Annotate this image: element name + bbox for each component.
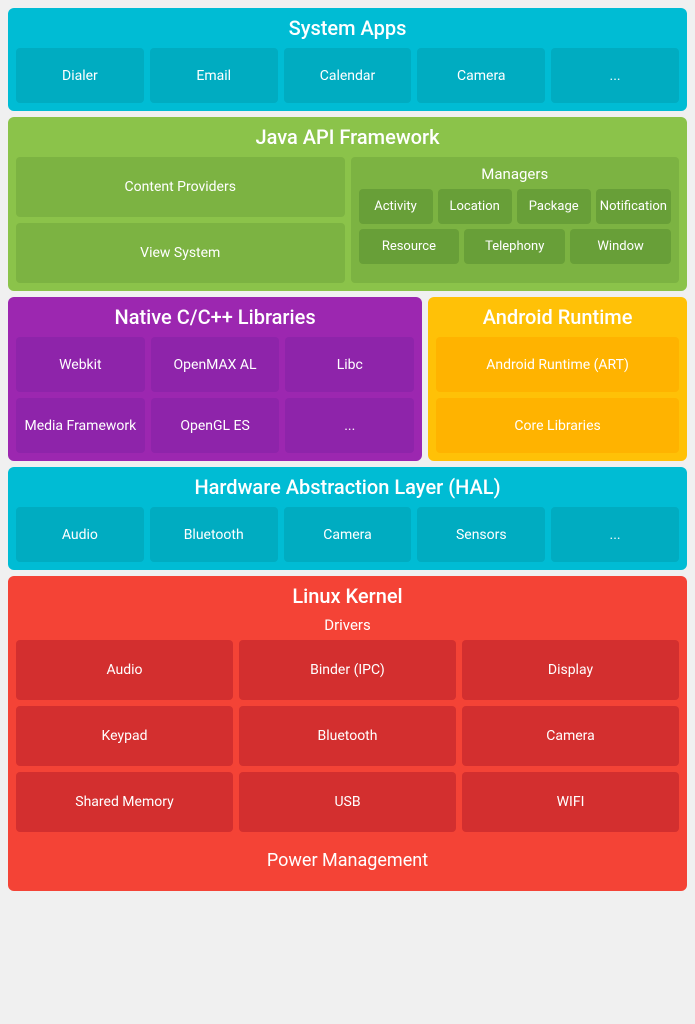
android-runtime-art: Android Runtime (ART) <box>436 337 679 392</box>
system-apps-title: System Apps <box>16 16 679 40</box>
system-apps-more: ... <box>551 48 679 103</box>
system-apps-section: System Apps Dialer Email Calendar Camera… <box>8 8 687 111</box>
system-apps-cells: Dialer Email Calendar Camera ... <box>16 48 679 103</box>
native-more: ... <box>285 398 414 453</box>
driver-audio: Audio <box>16 640 233 700</box>
managers-box: Managers Activity Location Package Notif… <box>351 157 680 283</box>
power-management: Power Management <box>16 838 679 883</box>
drivers-title: Drivers <box>16 616 679 634</box>
hal-sensors: Sensors <box>417 507 545 562</box>
system-apps-camera: Camera <box>417 48 545 103</box>
native-runtime-row: Native C/C++ Libraries Webkit OpenMAX AL… <box>8 297 687 461</box>
java-api-title: Java API Framework <box>16 125 679 149</box>
driver-bluetooth: Bluetooth <box>239 706 456 766</box>
driver-keypad: Keypad <box>16 706 233 766</box>
native-media-framework: Media Framework <box>16 398 145 453</box>
driver-binder: Binder (IPC) <box>239 640 456 700</box>
driver-camera: Camera <box>462 706 679 766</box>
manager-notification: Notification <box>596 189 671 224</box>
driver-display: Display <box>462 640 679 700</box>
manager-activity: Activity <box>359 189 433 224</box>
manager-location: Location <box>438 189 512 224</box>
native-libc: Libc <box>285 337 414 392</box>
hal-audio: Audio <box>16 507 144 562</box>
manager-telephony: Telephony <box>464 229 565 264</box>
system-apps-dialer: Dialer <box>16 48 144 103</box>
system-apps-email: Email <box>150 48 278 103</box>
hal-bluetooth: Bluetooth <box>150 507 278 562</box>
native-opengl: OpenGL ES <box>151 398 280 453</box>
linux-kernel-section: Linux Kernel Drivers Audio Binder (IPC) … <box>8 576 687 891</box>
driver-usb: USB <box>239 772 456 832</box>
java-api-grid: Content Providers View System Managers A… <box>16 157 679 283</box>
drivers-grid: Audio Binder (IPC) Display Keypad Blueto… <box>16 640 679 832</box>
hal-cells: Audio Bluetooth Camera Sensors ... <box>16 507 679 562</box>
view-system-cell: View System <box>16 223 345 283</box>
java-api-section: Java API Framework Content Providers Vie… <box>8 117 687 291</box>
content-providers-cell: Content Providers <box>16 157 345 217</box>
manager-resource: Resource <box>359 229 460 264</box>
managers-row2: Resource Telephony Window <box>359 229 672 264</box>
manager-window: Window <box>570 229 671 264</box>
managers-row1: Activity Location Package Notification <box>359 189 672 224</box>
system-apps-calendar: Calendar <box>284 48 412 103</box>
linux-kernel-title: Linux Kernel <box>16 584 679 608</box>
native-title: Native C/C++ Libraries <box>16 305 414 329</box>
android-runtime-core: Core Libraries <box>436 398 679 453</box>
android-runtime-title: Android Runtime <box>436 305 679 329</box>
hal-more: ... <box>551 507 679 562</box>
native-section: Native C/C++ Libraries Webkit OpenMAX AL… <box>8 297 422 461</box>
driver-shared-memory: Shared Memory <box>16 772 233 832</box>
driver-wifi: WIFI <box>462 772 679 832</box>
hal-section: Hardware Abstraction Layer (HAL) Audio B… <box>8 467 687 570</box>
native-webkit: Webkit <box>16 337 145 392</box>
native-openmax: OpenMAX AL <box>151 337 280 392</box>
android-runtime-cells: Android Runtime (ART) Core Libraries <box>436 337 679 453</box>
manager-package: Package <box>517 189 591 224</box>
android-runtime-section: Android Runtime Android Runtime (ART) Co… <box>428 297 687 461</box>
hal-title: Hardware Abstraction Layer (HAL) <box>16 475 679 499</box>
java-api-left: Content Providers View System <box>16 157 345 283</box>
hal-camera: Camera <box>284 507 412 562</box>
managers-title: Managers <box>359 165 672 183</box>
native-cells: Webkit OpenMAX AL Libc Media Framework O… <box>16 337 414 453</box>
